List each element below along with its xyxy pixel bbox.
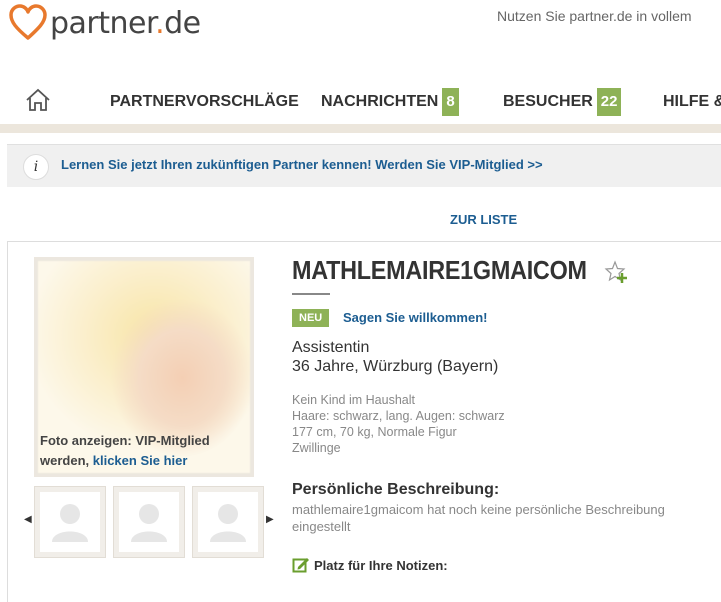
edit-note-icon bbox=[292, 558, 309, 573]
profile-detail-body: 177 cm, 70 kg, Normale Figur bbox=[292, 425, 457, 439]
notes-label: Platz für Ihre Notizen: bbox=[314, 557, 448, 573]
avatar-placeholder-icon bbox=[131, 504, 167, 542]
visitors-count-badge: 22 bbox=[596, 88, 622, 116]
messages-count-badge: 8 bbox=[442, 88, 459, 116]
profile-photo-frame: Foto anzeigen: VIP-Mitglied werden, klic… bbox=[34, 257, 254, 477]
profile-age-city: 36 Jahre, Würzburg (Bayern) bbox=[292, 358, 499, 375]
title-underline bbox=[292, 293, 330, 295]
photo-thumbnail[interactable] bbox=[113, 486, 185, 558]
nav-label: PARTNERVORSCHLÄGE bbox=[110, 93, 299, 110]
profile-occupation: Assistentin bbox=[292, 339, 370, 356]
logo-text: partner.de bbox=[50, 5, 201, 41]
vip-photo-link[interactable]: klicken Sie hier bbox=[93, 453, 188, 468]
vip-upgrade-link[interactable]: Lernen Sie jetzt Ihren zukünftigen Partn… bbox=[61, 157, 543, 172]
nav-besucher[interactable]: BESUCHER 22 bbox=[503, 88, 622, 116]
description-heading: Persönliche Beschreibung: bbox=[292, 481, 500, 498]
photo-thumbnail[interactable] bbox=[34, 486, 106, 558]
say-welcome-link[interactable]: Sagen Sie willkommen! bbox=[343, 310, 488, 325]
photo-caption: Foto anzeigen: VIP-Mitglied werden, klic… bbox=[40, 433, 210, 468]
main-nav: PARTNERVORSCHLÄGE NACHRICHTEN 8 BESUCHER… bbox=[0, 78, 721, 124]
description-text: mathlemaire1gmaicom hat noch keine persö… bbox=[292, 502, 665, 534]
nav-hilfe[interactable]: HILFE & bbox=[663, 88, 721, 116]
profile-detail-hair-eyes: Haare: schwarz, lang. Augen: schwarz bbox=[292, 409, 505, 423]
info-icon: i bbox=[23, 154, 49, 180]
notes-toggle[interactable]: Platz für Ihre Notizen: bbox=[292, 556, 448, 574]
nav-label: HILFE & bbox=[663, 93, 721, 110]
avatar-placeholder-icon bbox=[210, 504, 246, 542]
logo[interactable]: partner.de bbox=[8, 4, 201, 42]
promo-text[interactable]: Nutzen Sie partner.de in vollem bbox=[497, 8, 692, 24]
avatar-placeholder-icon bbox=[52, 504, 88, 542]
nav-partnervorschlaege[interactable]: PARTNERVORSCHLÄGE bbox=[110, 88, 299, 116]
back-to-list-link[interactable]: ZUR LISTE bbox=[450, 212, 517, 227]
thumb-next-arrow-icon[interactable]: ▶ bbox=[266, 514, 274, 525]
heart-logo-icon bbox=[9, 4, 47, 40]
nav-label: NACHRICHTEN bbox=[321, 93, 439, 110]
nav-divider bbox=[0, 124, 721, 133]
vip-info-bar: i Lernen Sie jetzt Ihren zukünftigen Par… bbox=[7, 144, 721, 187]
profile-detail-children: Kein Kind im Haushalt bbox=[292, 393, 415, 407]
profile-username: MATHLEMAIRE1GMAICOM bbox=[292, 255, 587, 285]
profile-detail-zodiac: Zwillinge bbox=[292, 441, 341, 455]
nav-nachrichten[interactable]: NACHRICHTEN 8 bbox=[321, 88, 459, 116]
add-favorite-star-icon[interactable] bbox=[604, 260, 628, 284]
new-badge: NEU bbox=[292, 309, 330, 327]
thumb-prev-arrow-icon[interactable]: ◀ bbox=[24, 514, 32, 525]
nav-label: BESUCHER bbox=[503, 93, 593, 110]
home-icon[interactable] bbox=[25, 88, 51, 112]
photo-thumbnail[interactable] bbox=[192, 486, 264, 558]
